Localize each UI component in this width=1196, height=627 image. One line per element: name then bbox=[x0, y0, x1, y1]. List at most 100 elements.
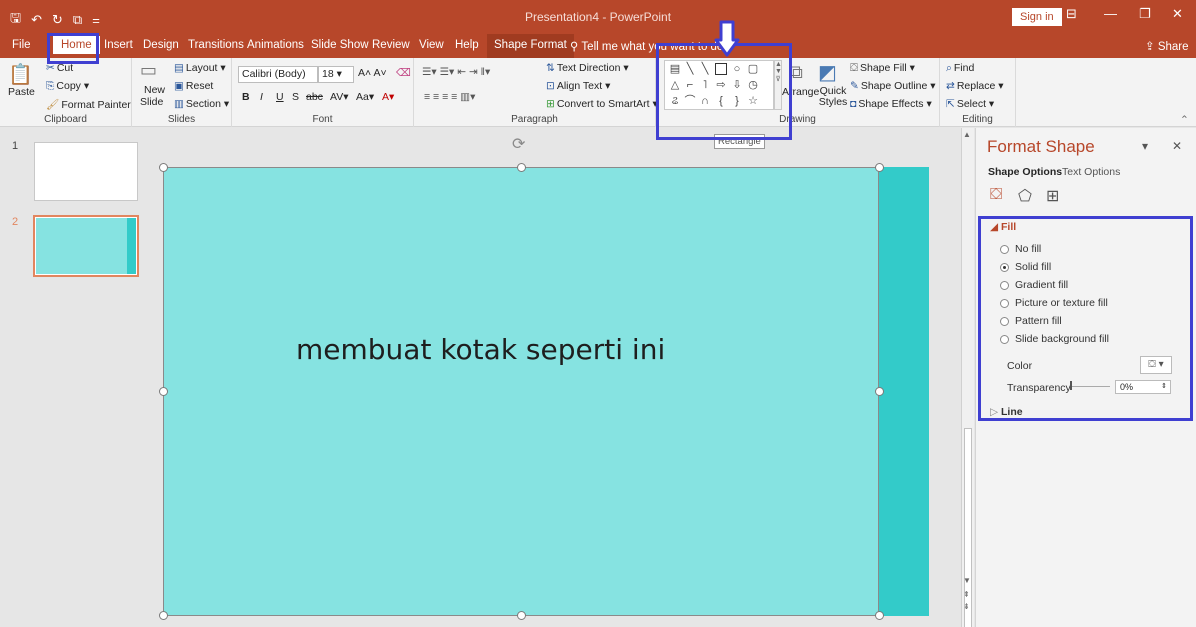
resize-handle-tr[interactable] bbox=[875, 163, 884, 172]
tell-me-search[interactable]: ⚲ Tell me what you want to do bbox=[570, 39, 723, 53]
triangle-shape-icon[interactable]: △ bbox=[669, 79, 681, 91]
slide-bg-fill-option[interactable]: Slide background fill bbox=[1000, 333, 1109, 345]
share-button[interactable]: ⇪ Share bbox=[1145, 39, 1189, 53]
reset-button[interactable]: ▣ Reset bbox=[174, 80, 213, 92]
arc-shape-icon[interactable]: ⌒ bbox=[684, 95, 696, 107]
resize-handle-b[interactable] bbox=[517, 611, 526, 620]
radio-pattern-fill[interactable] bbox=[1000, 316, 1009, 326]
minimize-button[interactable]: — bbox=[1104, 6, 1117, 21]
solid-fill-option[interactable]: Solid fill bbox=[1000, 261, 1051, 273]
tab-home[interactable]: Home bbox=[53, 36, 100, 54]
gallery-scroll[interactable]: ▲ ▼ ⊽ bbox=[774, 60, 782, 110]
save-icon[interactable]: 🖫 bbox=[10, 9, 21, 31]
restore-button[interactable]: ❐ bbox=[1139, 6, 1151, 22]
radio-solid-fill[interactable] bbox=[1000, 262, 1009, 272]
align-text-button[interactable]: ⊡ Align Text ▾ bbox=[546, 80, 610, 92]
convert-smartart-button[interactable]: ⊞ Convert to SmartArt ▾ bbox=[546, 98, 658, 110]
pane-options-icon[interactable]: ▾ bbox=[1142, 139, 1148, 153]
change-case-icon[interactable]: Aa▾ bbox=[356, 91, 374, 103]
underline-icon[interactable]: U bbox=[276, 91, 284, 103]
scroll-down-icon[interactable]: ▼ bbox=[963, 576, 971, 585]
line-shape-icon[interactable]: ╲ bbox=[684, 63, 696, 75]
clear-formatting-icon[interactable]: ⌫ bbox=[396, 67, 411, 79]
font-name-dropdown[interactable]: Calibri (Body) bbox=[238, 66, 318, 83]
strikethrough-icon[interactable]: abc bbox=[306, 91, 323, 103]
connector-shape-icon[interactable]: ⌐ bbox=[684, 79, 696, 91]
tab-shape-format[interactable]: Shape Format bbox=[487, 34, 574, 58]
bold-icon[interactable]: B bbox=[242, 91, 250, 103]
copy-button[interactable]: ⎘ Copy ▾ bbox=[46, 80, 89, 93]
rectangle-shape-icon[interactable] bbox=[715, 63, 727, 75]
shadow-icon[interactable]: S bbox=[292, 91, 299, 103]
tab-review[interactable]: Review bbox=[372, 39, 410, 51]
fill-section-header[interactable]: ◢ Fill bbox=[990, 221, 1016, 233]
fill-color-picker[interactable]: ⛋ ▾ bbox=[1140, 356, 1172, 374]
new-slide-button-2[interactable]: Slide bbox=[140, 96, 163, 108]
canvas-scrollbar[interactable]: ▲ ▼ ⇞ ⇟ bbox=[961, 128, 974, 627]
undo-icon[interactable]: ↶ bbox=[31, 12, 42, 28]
radio-no-fill[interactable] bbox=[1000, 244, 1009, 254]
tab-file[interactable]: File bbox=[12, 39, 31, 51]
resize-handle-tl[interactable] bbox=[159, 163, 168, 172]
slide-text[interactable]: membuat kotak seperti ini bbox=[296, 333, 665, 366]
resize-handle-r[interactable] bbox=[875, 387, 884, 396]
bullets-icon[interactable]: ☰▾ ☰▾ ⇤ ⇥ ‖▾ bbox=[422, 66, 490, 78]
shape-outline-button[interactable]: ✎ Shape Outline ▾ bbox=[850, 80, 936, 92]
redo-icon[interactable]: ↻ bbox=[52, 12, 63, 28]
tab-insert[interactable]: Insert bbox=[104, 39, 133, 51]
tab-transitions[interactable]: Transitions bbox=[188, 39, 244, 51]
close-button[interactable]: ✕ bbox=[1172, 6, 1183, 22]
shape-fill-button[interactable]: ⛋ Shape Fill ▾ bbox=[850, 62, 915, 75]
grow-font-icon[interactable]: A˄ A˅ bbox=[358, 67, 387, 79]
select-button[interactable]: ⇱ Select ▾ bbox=[946, 98, 994, 110]
format-painter-button[interactable]: 🖌 Format Painter bbox=[46, 98, 131, 111]
scroll-up-icon[interactable]: ▲ bbox=[963, 130, 971, 139]
new-slide-icon[interactable]: ▭ bbox=[140, 60, 157, 81]
curve-shape-icon[interactable]: ∩ bbox=[699, 95, 711, 107]
slide-thumbnail-2[interactable] bbox=[33, 215, 139, 277]
next-slide-icon[interactable]: ⇟ bbox=[963, 602, 970, 611]
resize-handle-t[interactable] bbox=[517, 163, 526, 172]
slide-thumbnail-1[interactable] bbox=[34, 142, 138, 201]
slide-rectangle-shape[interactable] bbox=[163, 167, 929, 616]
transparency-slider-knob[interactable] bbox=[1070, 381, 1072, 390]
font-size-dropdown[interactable]: 18 ▾ bbox=[318, 66, 354, 83]
prev-slide-icon[interactable]: ⇞ bbox=[963, 590, 970, 599]
ribbon-display-icon[interactable]: ⊟ bbox=[1066, 6, 1077, 22]
section-button[interactable]: ▥ Section ▾ bbox=[174, 98, 229, 110]
cut-button[interactable]: ✂ Cut bbox=[46, 62, 73, 74]
radio-slide-bg-fill[interactable] bbox=[1000, 334, 1009, 344]
radio-picture-fill[interactable] bbox=[1000, 298, 1009, 308]
new-slide-button[interactable]: New bbox=[144, 84, 165, 96]
rotate-handle[interactable]: ⟳ bbox=[512, 134, 525, 154]
char-spacing-icon[interactable]: AV▾ bbox=[330, 91, 349, 103]
paste-button[interactable]: Paste bbox=[8, 86, 35, 98]
fill-line-icon[interactable]: ⛋ bbox=[990, 186, 1002, 204]
no-fill-option[interactable]: No fill bbox=[1000, 243, 1041, 255]
find-button[interactable]: ⌕ Find bbox=[946, 62, 974, 75]
line2-shape-icon[interactable]: ╲ bbox=[699, 63, 711, 75]
present-icon[interactable]: ⧉ bbox=[73, 12, 82, 28]
sign-in-button[interactable]: Sign in bbox=[1012, 8, 1062, 26]
tab-view[interactable]: View bbox=[419, 39, 444, 51]
tab-shape-options[interactable]: Shape Options bbox=[988, 166, 1062, 178]
freeform-shape-icon[interactable]: ◷ bbox=[747, 79, 759, 91]
pane-close-icon[interactable]: ✕ bbox=[1172, 139, 1182, 153]
tab-text-options[interactable]: Text Options bbox=[1062, 166, 1120, 178]
rounded-rect-shape-icon[interactable]: ▢ bbox=[747, 63, 759, 75]
pattern-fill-option[interactable]: Pattern fill bbox=[1000, 315, 1062, 327]
down-arrow-shape-icon[interactable]: ⇩ bbox=[731, 79, 743, 91]
tab-help[interactable]: Help bbox=[455, 39, 479, 51]
font-color-icon[interactable]: A▾ bbox=[382, 91, 394, 103]
tab-animations[interactable]: Animations bbox=[247, 39, 304, 51]
spinner-icon[interactable]: ⇕ bbox=[1161, 381, 1167, 393]
right-brace-shape-icon[interactable]: } bbox=[731, 95, 743, 107]
line-section-header[interactable]: ▷ Line bbox=[990, 406, 1023, 418]
quick-styles-icon[interactable]: ◩ bbox=[818, 60, 837, 85]
italic-icon[interactable]: I bbox=[260, 91, 263, 103]
arrange-icon[interactable]: ⧉ bbox=[790, 62, 803, 83]
tab-slide-show[interactable]: Slide Show bbox=[311, 39, 369, 51]
tab-design[interactable]: Design bbox=[143, 39, 179, 51]
oval-shape-icon[interactable]: ○ bbox=[731, 63, 743, 75]
left-brace-shape-icon[interactable]: { bbox=[715, 95, 727, 107]
